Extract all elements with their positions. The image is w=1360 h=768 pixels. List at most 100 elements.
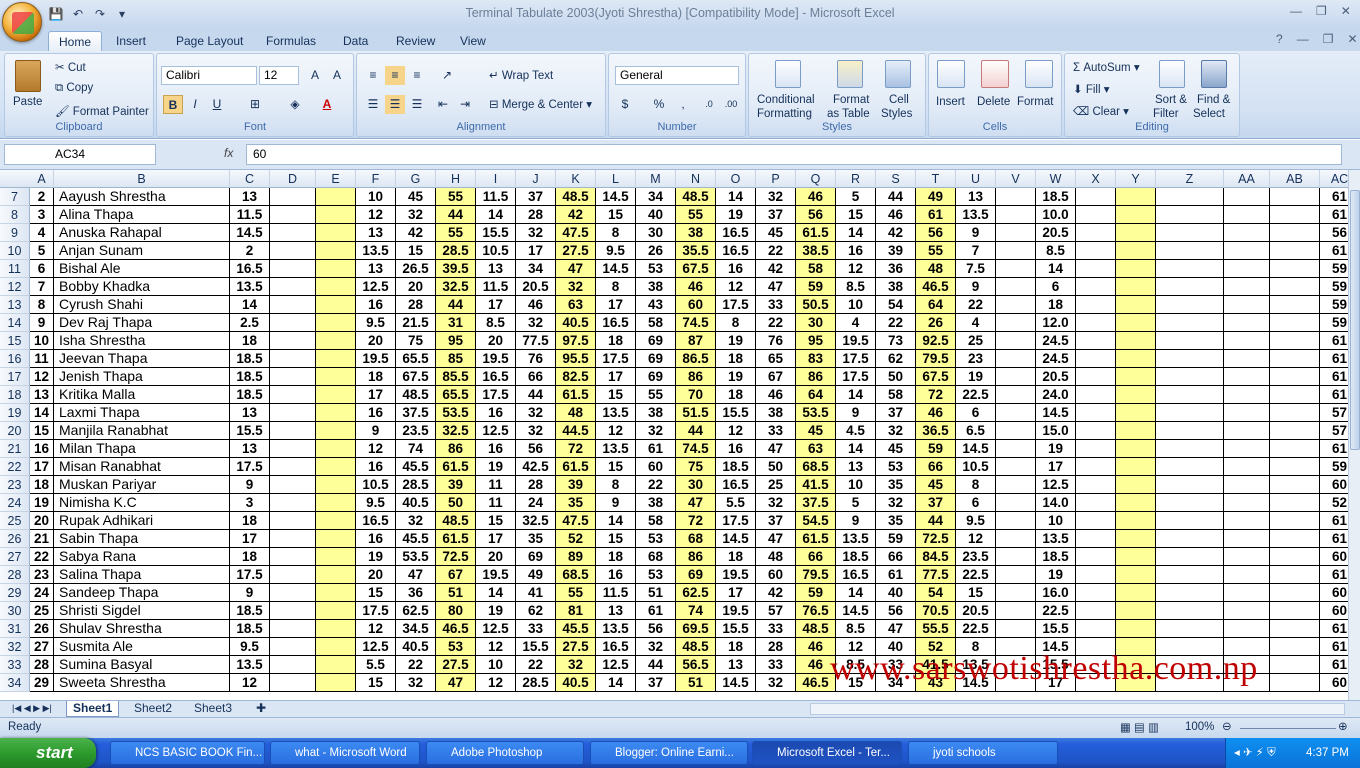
cell-ab30[interactable] [1270,602,1320,620]
cell-i32[interactable]: 12 [476,638,516,656]
cell-n10[interactable]: 35.5 [676,242,716,260]
cell-c19[interactable]: 13 [230,404,270,422]
cell-n8[interactable]: 55 [676,206,716,224]
cell-h16[interactable]: 85 [436,350,476,368]
cell-n29[interactable]: 62.5 [676,584,716,602]
merge-center-button[interactable]: ⊟ Merge & Center ▾ [489,97,592,111]
cell-m20[interactable]: 32 [636,422,676,440]
start-button[interactable]: start [0,738,96,768]
cell-q21[interactable]: 63 [796,440,836,458]
cell-a12[interactable]: 7 [30,278,54,296]
cell-y9[interactable] [1116,224,1156,242]
cell-v17[interactable] [996,368,1036,386]
cell-s21[interactable]: 45 [876,440,916,458]
cell-g22[interactable]: 45.5 [396,458,436,476]
cell-v28[interactable] [996,566,1036,584]
find-select-button[interactable]: Find & [1197,94,1230,106]
cell-t13[interactable]: 64 [916,296,956,314]
cell-h34[interactable]: 47 [436,674,476,692]
cell-f34[interactable]: 15 [356,674,396,692]
cell-a23[interactable]: 18 [30,476,54,494]
cell-aa15[interactable] [1224,332,1270,350]
cell-c26[interactable]: 17 [230,530,270,548]
cell-v24[interactable] [996,494,1036,512]
cell-j23[interactable]: 28 [516,476,556,494]
cell-e27[interactable] [316,548,356,566]
cell-l27[interactable]: 18 [596,548,636,566]
cell-g34[interactable]: 32 [396,674,436,692]
cell-l7[interactable]: 14.5 [596,188,636,206]
cell-g18[interactable]: 48.5 [396,386,436,404]
cell-o9[interactable]: 16.5 [716,224,756,242]
cell-m16[interactable]: 69 [636,350,676,368]
cell-k10[interactable]: 27.5 [556,242,596,260]
cell-y18[interactable] [1116,386,1156,404]
cell-r15[interactable]: 19.5 [836,332,876,350]
cell-ac27[interactable]: 60 [1320,548,1348,566]
cell-n21[interactable]: 74.5 [676,440,716,458]
cell-h28[interactable]: 67 [436,566,476,584]
cell-g26[interactable]: 45.5 [396,530,436,548]
cell-i10[interactable]: 10.5 [476,242,516,260]
taskbar-item-photoshop[interactable]: Adobe Photoshop [426,741,584,765]
format-as-table-button[interactable]: Format [833,94,869,106]
cut-button[interactable]: ✂ Cut [55,60,86,74]
cell-x7[interactable] [1076,188,1116,206]
cell-o7[interactable]: 14 [716,188,756,206]
row-header[interactable]: 12 [0,278,30,296]
wb-restore-icon[interactable]: ❐ [1323,32,1334,46]
cell-f23[interactable]: 10.5 [356,476,396,494]
cell-t14[interactable]: 26 [916,314,956,332]
cell-n30[interactable]: 74 [676,602,716,620]
cell-d14[interactable] [270,314,316,332]
cell-w20[interactable]: 15.0 [1036,422,1076,440]
cell-d29[interactable] [270,584,316,602]
cell-p31[interactable]: 33 [756,620,796,638]
cell-p23[interactable]: 25 [756,476,796,494]
cell-a10[interactable]: 5 [30,242,54,260]
cell-h23[interactable]: 39 [436,476,476,494]
cell-b29[interactable]: Sandeep Thapa [54,584,230,602]
cell-n18[interactable]: 70 [676,386,716,404]
cell-o30[interactable]: 19.5 [716,602,756,620]
cell-o22[interactable]: 18.5 [716,458,756,476]
cell-a11[interactable]: 6 [30,260,54,278]
row-header[interactable]: 33 [0,656,30,674]
cell-w13[interactable]: 18 [1036,296,1076,314]
cell-f29[interactable]: 15 [356,584,396,602]
cell-g33[interactable]: 22 [396,656,436,674]
cell-g20[interactable]: 23.5 [396,422,436,440]
cell-p15[interactable]: 76 [756,332,796,350]
cell-n17[interactable]: 86 [676,368,716,386]
cell-h10[interactable]: 28.5 [436,242,476,260]
cell-o33[interactable]: 13 [716,656,756,674]
cell-k21[interactable]: 72 [556,440,596,458]
cell-g21[interactable]: 74 [396,440,436,458]
row-header[interactable]: 14 [0,314,30,332]
increase-indent-icon[interactable]: ⇥ [455,95,475,114]
cell-c28[interactable]: 17.5 [230,566,270,584]
cell-v21[interactable] [996,440,1036,458]
cell-t18[interactable]: 72 [916,386,956,404]
cell-j18[interactable]: 44 [516,386,556,404]
sort-filter-icon[interactable] [1159,60,1185,88]
cell-g7[interactable]: 45 [396,188,436,206]
cell-k22[interactable]: 61.5 [556,458,596,476]
cell-e15[interactable] [316,332,356,350]
cell-q25[interactable]: 54.5 [796,512,836,530]
cell-u25[interactable]: 9.5 [956,512,996,530]
sheet-tab-2[interactable]: Sheet2 [128,701,178,717]
cell-r30[interactable]: 14.5 [836,602,876,620]
cell-y25[interactable] [1116,512,1156,530]
cell-z10[interactable] [1156,242,1224,260]
cell-q31[interactable]: 48.5 [796,620,836,638]
tray-icons[interactable]: ◂ ✈ ⚡ ⛨ [1234,738,1276,768]
cell-k17[interactable]: 82.5 [556,368,596,386]
cell-aa30[interactable] [1224,602,1270,620]
align-top-icon[interactable]: ≡ [363,66,383,85]
column-header-r[interactable]: R [836,170,876,188]
cell-f17[interactable]: 18 [356,368,396,386]
cell-t28[interactable]: 77.5 [916,566,956,584]
cell-aa21[interactable] [1224,440,1270,458]
cell-u24[interactable]: 6 [956,494,996,512]
